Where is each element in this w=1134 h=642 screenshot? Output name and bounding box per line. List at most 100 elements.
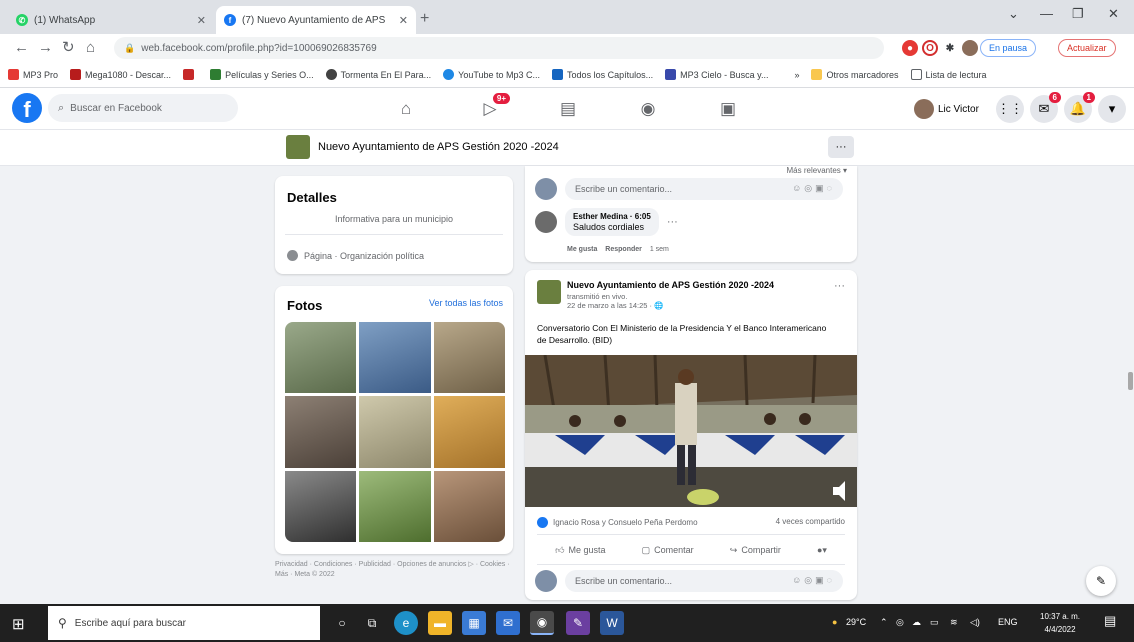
store-icon[interactable]: ▦ [462,611,486,635]
update-button[interactable]: Actualizar [1058,39,1116,57]
bookmark-item[interactable]: YouTube to Mp3 C... [443,69,540,80]
wifi-icon[interactable]: ≋ [950,617,958,628]
tab-search-icon[interactable]: ⌄ [1008,6,1019,22]
account-menu-icon[interactable]: ▾ [1098,95,1126,123]
paint-app-icon[interactable]: ✎ [566,611,590,635]
tab-whatsapp[interactable]: ✆ (1) WhatsApp ✕ [8,6,214,34]
bookmark-item[interactable] [183,69,198,80]
comment-button[interactable]: ▢ Comentar [642,545,694,556]
comment-tools-icons[interactable]: ☺◎▣◌ [792,183,835,194]
notifications-icon[interactable]: 🔔 1 [1064,92,1095,123]
back-button[interactable]: ← [14,38,29,58]
profile-avatar[interactable] [962,40,978,56]
close-tab-icon[interactable]: ✕ [197,14,206,27]
facebook-logo-icon[interactable]: f [12,93,42,123]
cortana-icon[interactable]: ○ [330,611,354,635]
close-tab-icon[interactable]: ✕ [399,14,408,27]
profile-shortcut[interactable]: Lic Victor [914,96,979,122]
reactions-summary[interactable]: Ignacio Rosa y Consuelo Peña Perdomo [537,517,698,528]
bookmark-item[interactable]: Todos los Capítulos... [552,69,653,80]
gaming-nav-icon[interactable]: ▣ [716,97,740,121]
restore-button[interactable]: ❐ [1072,6,1084,22]
groups-nav-icon[interactable]: ◉ [636,97,660,121]
taskbar-clock[interactable]: 10:37 a. m. 4/4/2022 [1040,610,1080,636]
minimize-button[interactable]: — [1040,6,1053,21]
photo-thumbnail[interactable] [285,470,357,542]
home-button[interactable]: ⌂ [86,38,95,58]
close-window-button[interactable]: ✕ [1108,6,1119,22]
new-message-button[interactable]: ✎ [1086,566,1116,596]
address-bar[interactable]: 🔒 web.facebook.com/profile.php?id=100069… [114,37,884,59]
battery-icon[interactable]: ▭ [930,617,939,628]
photo-thumbnail[interactable] [433,470,505,542]
facebook-search-input[interactable]: ⌕ Buscar en Facebook [48,94,238,122]
tab-facebook[interactable]: f (7) Nuevo Ayuntamiento de APS ✕ [216,6,416,34]
page-more-button[interactable]: ··· [828,136,854,158]
bookmark-item[interactable]: Tormenta En El Para... [325,69,431,80]
marketplace-nav-icon[interactable]: ▤ [556,97,580,121]
paused-sync-button[interactable]: En pausa [980,39,1037,57]
post-author[interactable]: Nuevo Ayuntamiento de APS Gestión 2020 -… [567,280,774,290]
photo-thumbnail[interactable] [433,322,505,394]
taskbar-search-input[interactable]: ⚲ Escribe aquí para buscar [48,606,320,640]
task-view-icon[interactable]: ⧉ [360,611,384,635]
volume-icon[interactable]: ◁) [970,617,980,628]
photo-thumbnail[interactable] [433,396,505,468]
windows-start-icon[interactable]: ⊞ [12,615,25,633]
file-explorer-icon[interactable]: ▬ [428,611,452,635]
comment-input[interactable]: Escribe un comentario... ☺◎▣◌ [565,570,843,592]
opera-icon[interactable]: O [922,40,938,56]
notification-center-icon[interactable]: ▤ [1104,613,1116,629]
mail-icon[interactable]: ✉ [496,611,520,635]
scrollbar[interactable] [1128,372,1133,390]
photo-thumbnail[interactable] [359,322,431,394]
word-icon[interactable]: W [600,611,624,635]
weather-icon[interactable]: ● [832,617,837,627]
comment-more-icon[interactable]: ··· [667,216,678,228]
language-indicator[interactable]: ENG [998,617,1018,627]
footer-links[interactable]: Privacidad · Condiciones · Publicidad · … [275,560,515,580]
new-tab-button[interactable]: + [420,10,429,28]
page-logo[interactable] [286,135,310,159]
photo-thumbnail[interactable] [285,396,357,468]
photo-thumbnail[interactable] [359,470,431,542]
comment-input[interactable]: Escribe un comentario... ☺◎▣◌ [565,178,843,200]
network-icon[interactable]: ◎ [896,617,904,628]
page-title[interactable]: Nuevo Ayuntamiento de APS Gestión 2020 -… [318,141,559,153]
share-button[interactable]: ↪ Compartir [730,545,781,556]
chrome-icon[interactable]: ◉ [530,611,554,635]
bookmark-item[interactable]: MP3 Pro [8,69,58,80]
messenger-icon[interactable]: ✉ 6 [1030,92,1061,123]
shares-count[interactable]: 4 veces compartido [776,517,845,526]
post-date[interactable]: 22 de marzo a las 14:25 · 🌐 [567,301,663,310]
extensions-puzzle-icon[interactable]: ✱ [942,40,958,56]
post-video[interactable] [525,355,857,507]
bookmarks-overflow-button[interactable]: » [794,70,799,80]
watch-nav-icon[interactable]: ▷ 9+ [478,93,510,121]
forward-button[interactable]: → [38,38,53,58]
audience-selector[interactable]: ●▾ [817,545,827,556]
other-bookmarks[interactable]: Otros marcadores [811,69,899,80]
photo-thumbnail[interactable] [285,322,357,394]
edge-icon[interactable]: e [394,611,418,635]
onedrive-icon[interactable]: ☁ [912,617,921,628]
comment-tools-icons[interactable]: ☺◎▣◌ [792,575,835,586]
like-button[interactable]: 👍︎ Me gusta [555,545,605,556]
post-more-icon[interactable]: ··· [834,280,845,292]
comment-reply-link[interactable]: Responder [605,246,642,253]
reload-button[interactable]: ↻ [62,38,75,58]
comment-author[interactable]: Esther Medina · 6:05 [573,212,651,221]
bookmark-item[interactable]: Mega1080 - Descar... [70,69,171,80]
tray-chevron-icon[interactable]: ⌃ [880,617,888,628]
extension-icon[interactable]: ● [902,40,918,56]
comment-like-link[interactable]: Me gusta [567,246,597,253]
bookmark-item[interactable]: Películas y Series O... [210,69,314,80]
bookmark-item[interactable]: MP3 Cielo - Busca y... [665,69,768,80]
home-nav-icon[interactable]: ⌂ [394,97,418,121]
weather-temp[interactable]: 29°C [846,617,866,627]
reading-list[interactable]: Lista de lectura [910,69,987,80]
photo-thumbnail[interactable] [359,396,431,468]
menu-grid-icon[interactable]: ⋮⋮ [996,95,1024,123]
see-all-photos-link[interactable]: Ver todas las fotos [429,298,503,308]
comment-sort-dropdown[interactable]: Más relevantes ▾ [787,166,847,175]
